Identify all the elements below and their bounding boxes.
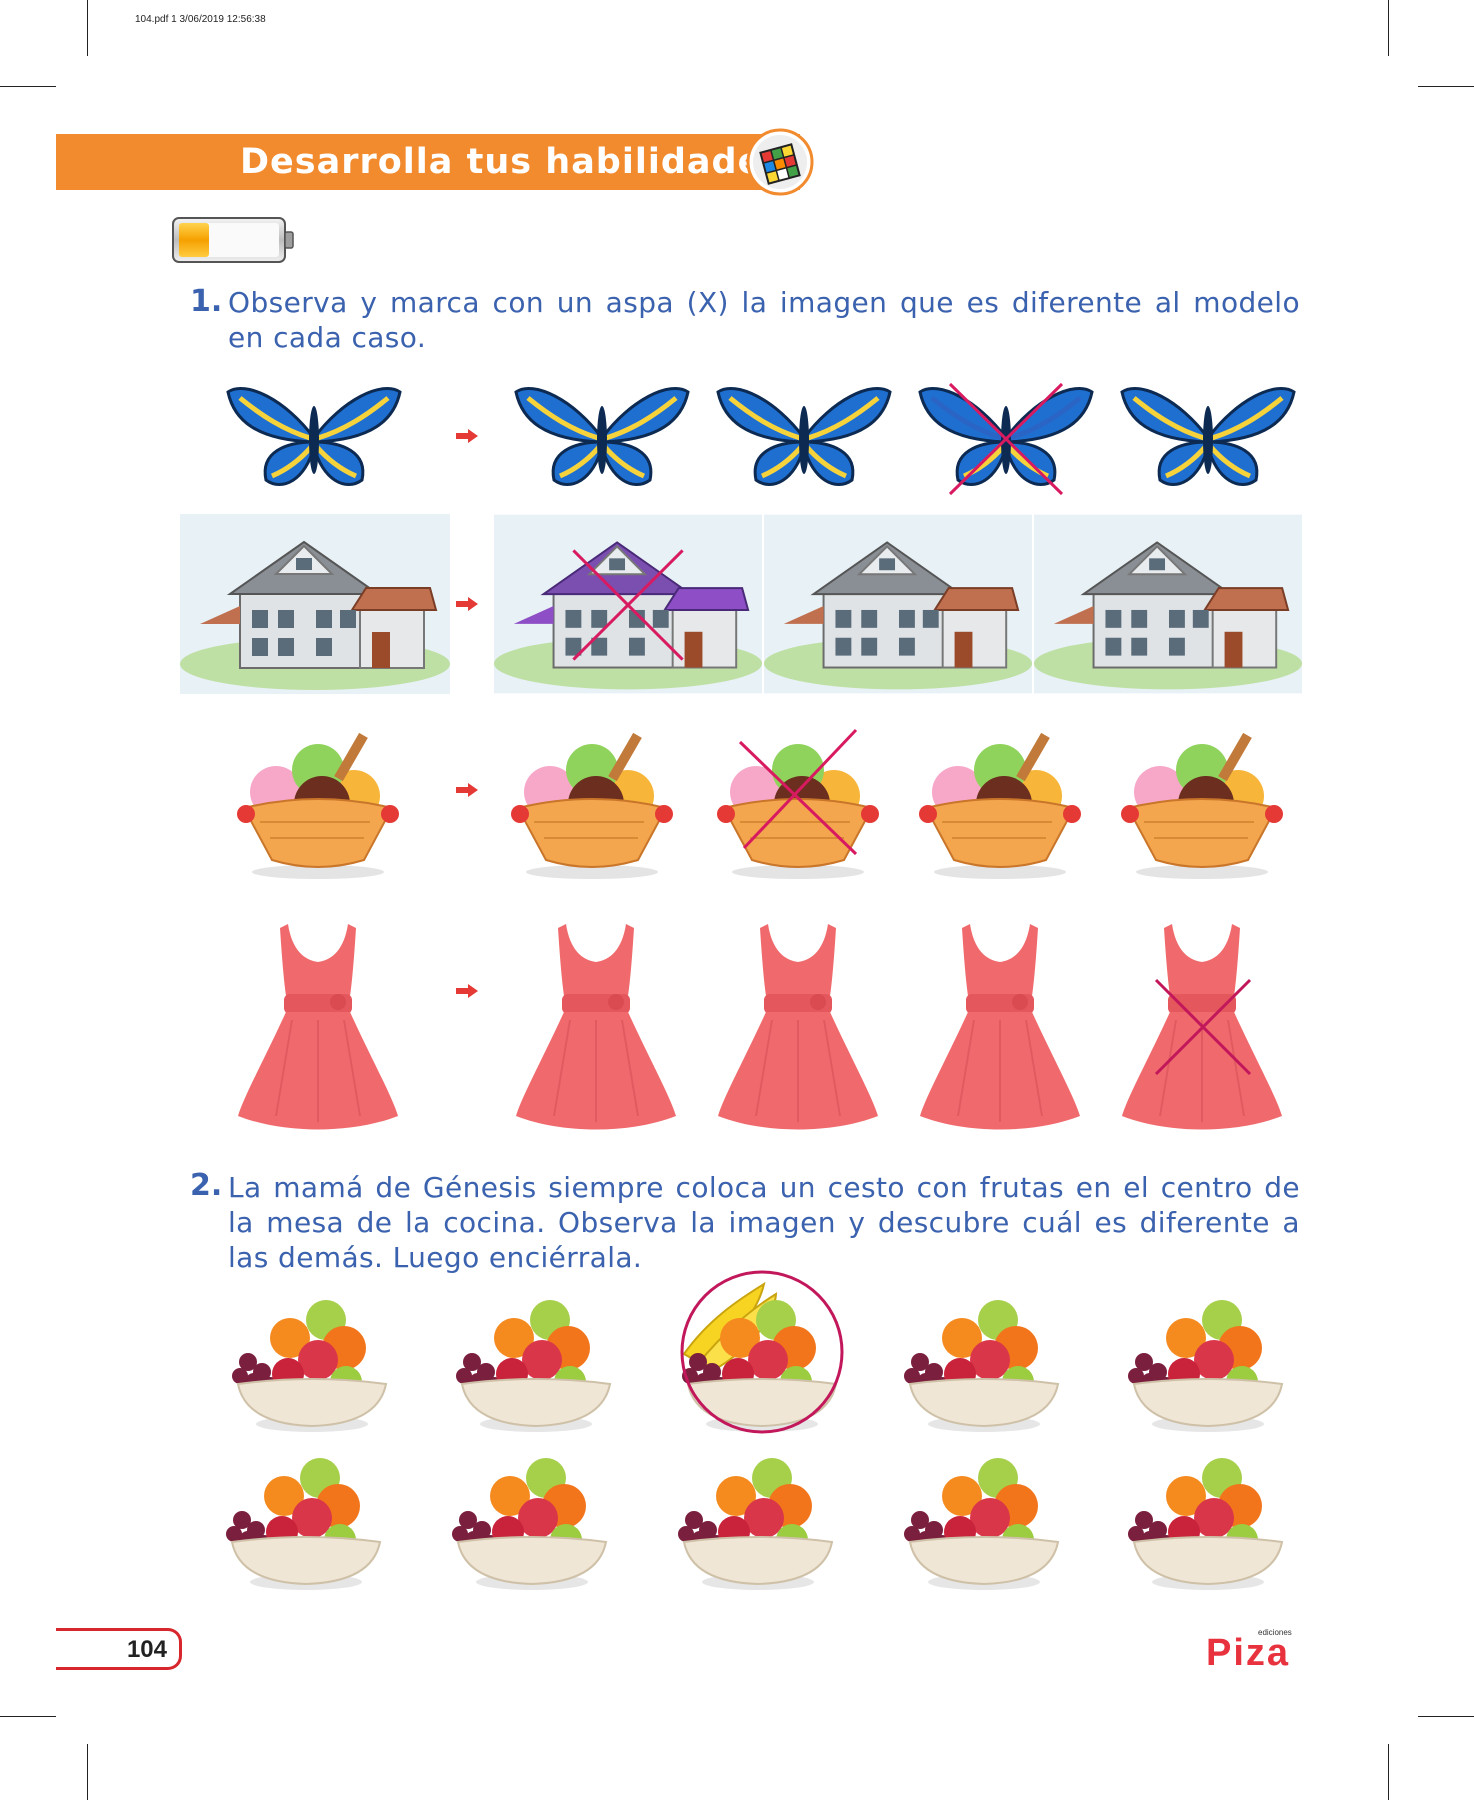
fruit-bowl-option[interactable]: [452, 1290, 620, 1434]
question-2-number: 2.: [190, 1168, 223, 1203]
question-1-number: 1.: [190, 284, 223, 319]
butterfly-model: [226, 387, 402, 486]
butterfly-option[interactable]: [514, 380, 690, 496]
print-slug: 104.pdf 1 3/06/2019 12:56:38: [135, 14, 266, 25]
fruit-bowl-option-circled[interactable]: [672, 1252, 852, 1434]
fruit-bowl-option[interactable]: [900, 1448, 1068, 1592]
crop-mark: [1388, 0, 1389, 56]
red-arrow-icon: [456, 783, 478, 797]
ice-cream-option-marked[interactable]: [710, 726, 886, 880]
red-arrow-icon: [456, 429, 478, 443]
crop-mark: [87, 0, 88, 56]
butterfly-option[interactable]: [716, 380, 892, 496]
battery-level-icon: [172, 217, 294, 263]
page-number: 104: [126, 1636, 167, 1663]
butterfly-option[interactable]: [1120, 380, 1296, 496]
x-mark: [948, 382, 1064, 496]
fruit-bowl-option[interactable]: [228, 1290, 396, 1434]
rubik-cube-icon: [746, 128, 814, 196]
page-number-tab: 104: [56, 1628, 182, 1670]
dress-option[interactable]: [712, 920, 884, 1132]
fruit-bowl-option[interactable]: [1124, 1290, 1292, 1434]
ice-cream-option[interactable]: [912, 726, 1088, 880]
ice-cream-option[interactable]: [504, 726, 680, 880]
dress-option-marked[interactable]: [1116, 920, 1288, 1132]
fruit-bowl-option[interactable]: [900, 1290, 1068, 1434]
fruit-bowl-option[interactable]: [1124, 1448, 1292, 1592]
ice-cream-model: [237, 732, 399, 879]
dress-option[interactable]: [914, 920, 1086, 1132]
dress-model: [238, 924, 398, 1130]
question-1-text: Observa y marca con un aspa (X) la image…: [228, 286, 1300, 354]
crop-mark: [1388, 1744, 1389, 1800]
fruit-bowl-option[interactable]: [674, 1448, 842, 1592]
house-option-marked[interactable]: [494, 514, 762, 694]
crop-mark: [0, 86, 56, 87]
battery-fill: [179, 223, 209, 257]
butterfly-option-marked[interactable]: [918, 380, 1094, 496]
section-banner: Desarrolla tus habilidades: [56, 134, 800, 190]
section-title: Desarrolla tus habilidades: [240, 142, 785, 182]
crop-mark: [0, 1716, 56, 1717]
crop-mark: [87, 1744, 88, 1800]
crop-mark: [1418, 1716, 1474, 1717]
house-option[interactable]: [764, 514, 1032, 694]
crop-mark: [1418, 86, 1474, 87]
fruit-bowl-option[interactable]: [222, 1448, 390, 1592]
ice-cream-option[interactable]: [1114, 726, 1290, 880]
house-model: [180, 514, 450, 694]
brand-logo: Piza: [1206, 1632, 1291, 1674]
red-arrow-icon: [456, 597, 478, 611]
fruit-bowl-option[interactable]: [448, 1448, 616, 1592]
dress-option[interactable]: [510, 920, 682, 1132]
house-option[interactable]: [1034, 514, 1302, 694]
red-arrow-icon: [456, 984, 478, 998]
